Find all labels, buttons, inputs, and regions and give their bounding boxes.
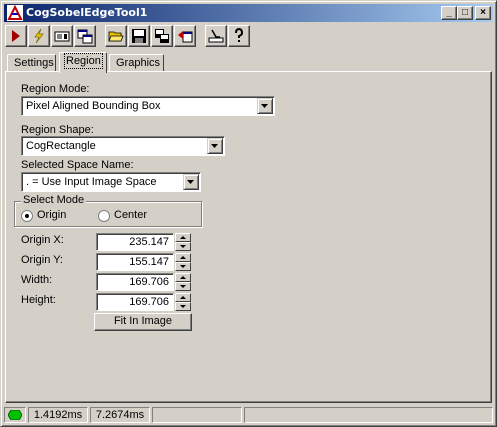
- title-bar[interactable]: CogSobelEdgeTool1 _ □ ×: [4, 4, 493, 22]
- region-mode-combo[interactable]: Pixel Aligned Bounding Box: [21, 96, 275, 116]
- height-spinner[interactable]: [175, 293, 191, 311]
- selected-space-name-value: . = Use Input Image Space: [26, 176, 157, 188]
- origin-radio-label[interactable]: Origin: [37, 209, 66, 222]
- status-indicator-pane: [4, 407, 26, 423]
- region-mode-dropdown-button[interactable]: [257, 98, 273, 114]
- window-link-icon: [77, 29, 93, 44]
- maximize-icon: □: [461, 7, 469, 18]
- height-label: Height:: [21, 294, 56, 306]
- status-bar: 1.4192ms 7.2674ms: [4, 406, 493, 424]
- clear-icon: [208, 29, 224, 43]
- selected-space-name-label: Selected Space Name:: [21, 159, 134, 171]
- select-mode-group: Select Mode Origin Center: [14, 194, 202, 227]
- origin-y-label: Origin Y:: [21, 254, 63, 266]
- electric-mode-button[interactable]: [28, 25, 50, 47]
- arrow-down-icon: [180, 265, 186, 268]
- center-radio-button[interactable]: [98, 210, 110, 222]
- minimize-button[interactable]: _: [441, 6, 457, 20]
- region-shape-value: CogRectangle: [26, 140, 96, 152]
- width-spinner[interactable]: [175, 273, 191, 291]
- save-button[interactable]: [128, 25, 150, 47]
- tab-region[interactable]: Region: [59, 52, 107, 73]
- sobel-tool-app-icon: [7, 5, 23, 21]
- origin-radio-button[interactable]: [21, 210, 33, 222]
- arrow-up-icon: [180, 236, 186, 239]
- center-radio-label[interactable]: Center: [114, 209, 147, 222]
- arrow-up-icon: [180, 276, 186, 279]
- width-label: Width:: [21, 274, 53, 286]
- image-display-icon: [54, 31, 70, 42]
- selected-space-dropdown-button[interactable]: [183, 174, 199, 190]
- maximize-button[interactable]: □: [457, 6, 473, 20]
- fit-in-image-button[interactable]: Fit In Image: [94, 313, 192, 331]
- local-display-button[interactable]: [74, 25, 96, 47]
- folder-open-icon: [108, 31, 124, 42]
- selected-space-name-combo[interactable]: . = Use Input Image Space: [21, 172, 201, 192]
- close-icon: ×: [480, 7, 486, 18]
- reset-icon: [178, 31, 193, 43]
- clear-button[interactable]: [205, 25, 227, 47]
- status-pane-3: [152, 407, 242, 423]
- region-mode-value: Pixel Aligned Bounding Box: [26, 100, 161, 112]
- origin-x-input[interactable]: 235.147: [96, 233, 174, 251]
- tab-graphics-label: Graphics: [116, 57, 161, 69]
- window-title: CogSobelEdgeTool1: [26, 6, 148, 19]
- origin-x-label: Origin X:: [21, 234, 64, 246]
- tab-graphics[interactable]: Graphics: [109, 54, 164, 72]
- status-time-2: 7.2674ms: [90, 407, 150, 423]
- region-shape-combo[interactable]: CogRectangle: [21, 136, 225, 156]
- save-as-button[interactable]: [151, 25, 173, 47]
- toolbar: [5, 25, 494, 49]
- help-icon: [235, 28, 244, 42]
- chevron-down-icon: [211, 144, 218, 148]
- origin-x-spin-up[interactable]: [175, 233, 191, 242]
- origin-y-spinner[interactable]: [175, 253, 191, 271]
- height-input[interactable]: 169.706: [96, 293, 174, 311]
- origin-x-spin-down[interactable]: [175, 242, 191, 251]
- tab-region-label: Region: [64, 53, 103, 69]
- chevron-down-icon: [261, 104, 268, 108]
- reset-button[interactable]: [174, 25, 196, 47]
- height-spin-up[interactable]: [175, 293, 191, 302]
- status-pane-4: [244, 407, 493, 423]
- origin-y-spin-up[interactable]: [175, 253, 191, 262]
- arrow-down-icon: [180, 285, 186, 288]
- arrow-down-icon: [180, 305, 186, 308]
- save-settings-icon: [155, 29, 169, 43]
- select-mode-legend: Select Mode: [21, 194, 87, 207]
- arrow-up-icon: [180, 296, 186, 299]
- region-mode-label: Region Mode:: [21, 83, 90, 95]
- close-button[interactable]: ×: [475, 6, 491, 20]
- width-spin-down[interactable]: [175, 282, 191, 291]
- origin-y-spin-down[interactable]: [175, 262, 191, 271]
- region-tab-panel: Region Mode: Pixel Aligned Bounding Box …: [5, 71, 492, 403]
- chevron-down-icon: [187, 180, 194, 184]
- floppy-disk-icon: [132, 29, 146, 43]
- arrow-down-icon: [180, 245, 186, 248]
- region-shape-dropdown-button[interactable]: [207, 138, 223, 154]
- status-time-1: 1.4192ms: [28, 407, 88, 423]
- status-ok-indicator-icon: [8, 410, 22, 420]
- lightning-icon: [34, 28, 44, 44]
- run-arrow-icon: [12, 30, 20, 42]
- height-spin-down[interactable]: [175, 302, 191, 311]
- minimize-icon: _: [446, 7, 452, 18]
- show-image-button[interactable]: [51, 25, 73, 47]
- width-spin-up[interactable]: [175, 273, 191, 282]
- width-input[interactable]: 169.706: [96, 273, 174, 291]
- origin-y-input[interactable]: 155.147: [96, 253, 174, 271]
- tool-window: CogSobelEdgeTool1 _ □ × Settings Region …: [0, 0, 497, 427]
- origin-x-spinner[interactable]: [175, 233, 191, 251]
- run-button[interactable]: [5, 25, 27, 47]
- tab-settings[interactable]: Settings: [7, 54, 56, 72]
- tab-settings-label: Settings: [14, 57, 54, 69]
- help-button[interactable]: [228, 25, 250, 47]
- open-button[interactable]: [105, 25, 127, 47]
- arrow-up-icon: [180, 256, 186, 259]
